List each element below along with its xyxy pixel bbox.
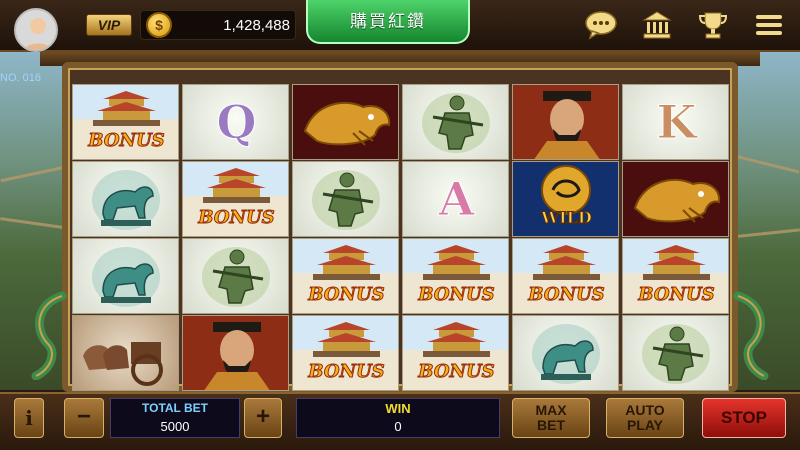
jade-qilin-icon	[92, 170, 160, 230]
total-bet-label: TOTAL BET	[142, 401, 208, 415]
avatar[interactable]	[14, 8, 58, 52]
coin-icon: $	[146, 12, 172, 38]
info-button[interactable]: i	[14, 398, 44, 438]
reel-cell-bonus-pagoda: BONUS	[622, 238, 729, 314]
reel-cell-golden-dragon	[622, 161, 729, 237]
chat-icon[interactable]	[584, 10, 618, 40]
symbol-label: WILD	[541, 208, 593, 228]
auto-play-label-line2: PLAY	[626, 417, 664, 433]
reel-6: K BONUS	[622, 84, 729, 391]
bank-icon[interactable]	[640, 10, 674, 40]
increase-bet-button[interactable]: +	[244, 398, 282, 438]
vip-badge[interactable]: VIP	[86, 14, 132, 36]
symbol-label: Q	[216, 95, 257, 150]
jade-archer-icon	[312, 170, 380, 230]
symbol-label: BONUS	[418, 284, 495, 306]
max-bet-label-line2: BET	[537, 417, 565, 433]
auto-play-label-line1: AUTO	[625, 402, 665, 418]
decrease-bet-button[interactable]: −	[64, 398, 104, 438]
reel-cell-bonus-pagoda: BONUS	[182, 161, 289, 237]
dragon-ornament-right-icon	[730, 290, 774, 381]
dragon-ornament-left-icon	[26, 290, 70, 381]
symbol-label: BONUS	[308, 361, 385, 383]
symbol-label: BONUS	[528, 284, 605, 306]
symbol-label: BONUS	[308, 284, 385, 306]
jade-qilin-icon	[92, 247, 160, 307]
reel-cell-jade-archer	[622, 315, 729, 391]
reel-cell-bonus-pagoda: BONUS	[292, 238, 399, 314]
symbol-label: A	[438, 172, 475, 227]
reel-cell-jade-archer	[182, 238, 289, 314]
reel-cell-jade-qilin	[72, 238, 179, 314]
trophy-icon[interactable]	[696, 10, 730, 40]
win-label: WIN	[385, 401, 411, 416]
reel-2: Q BONUS	[182, 84, 289, 391]
reel-cell-bonus-pagoda: BONUS	[72, 84, 179, 160]
reel-cell-bonus-pagoda: BONUS	[402, 238, 509, 314]
user-silhouette-icon	[23, 18, 53, 50]
max-bet-label-line1: MAX	[535, 402, 567, 418]
reel-4: A BONUS BONUS	[402, 84, 509, 391]
reel-cell-jade-qilin	[512, 315, 619, 391]
symbol-label: BONUS	[638, 284, 715, 306]
symbol-label: BONUS	[198, 207, 275, 229]
reels-grid: BONUS Q BONUS BONUS BONUS A BONUS BONUS …	[72, 84, 730, 391]
reel-cell-bonus-pagoda: BONUS	[292, 315, 399, 391]
reel-cell-bonus-pagoda: BONUS	[512, 238, 619, 314]
menu-icon[interactable]	[752, 10, 786, 40]
golden-dragon-icon	[623, 162, 728, 236]
auto-play-button[interactable]: AUTO PLAY	[606, 398, 684, 438]
reel-cell-jade-qilin	[72, 161, 179, 237]
coin-balance: 1,428,488	[223, 17, 290, 34]
reel-cell-letter-k: K	[622, 84, 729, 160]
reel-1: BONUS	[72, 84, 179, 391]
terracotta-chariot-icon	[83, 342, 163, 386]
jade-archer-icon	[202, 247, 270, 307]
buy-diamonds-button[interactable]: 購買紅鑽	[306, 0, 470, 44]
reel-3: BONUS BONUS	[292, 84, 399, 391]
emperor-icon	[183, 316, 288, 390]
max-bet-button[interactable]: MAX BET	[512, 398, 590, 438]
reel-cell-emperor	[512, 84, 619, 160]
reel-cell-golden-dragon	[292, 84, 399, 160]
jade-archer-icon	[422, 93, 490, 153]
reel-cell-emperor	[182, 315, 289, 391]
symbol-label: BONUS	[418, 361, 495, 383]
reel-cell-letter-a: A	[402, 161, 509, 237]
reel-cell-jade-archer	[292, 161, 399, 237]
reel-cell-wild: WILD	[512, 161, 619, 237]
reel-cell-letter-q: Q	[182, 84, 289, 160]
reel-5: WILD BONUS	[512, 84, 619, 391]
golden-dragon-icon	[293, 85, 398, 159]
reel-cell-bonus-pagoda: BONUS	[402, 315, 509, 391]
emperor-icon	[513, 85, 618, 159]
reel-cell-jade-archer	[402, 84, 509, 160]
stop-button[interactable]: STOP	[702, 398, 786, 438]
total-bet-value: 5000	[160, 419, 190, 434]
jade-qilin-icon	[532, 324, 600, 384]
win-value: 0	[394, 419, 402, 434]
reel-cell-terracotta-chariot	[72, 315, 179, 391]
symbol-label: BONUS	[88, 130, 165, 152]
symbol-label: K	[656, 95, 697, 150]
jade-archer-icon	[642, 324, 710, 384]
machine-number: NO. 016	[0, 72, 41, 84]
